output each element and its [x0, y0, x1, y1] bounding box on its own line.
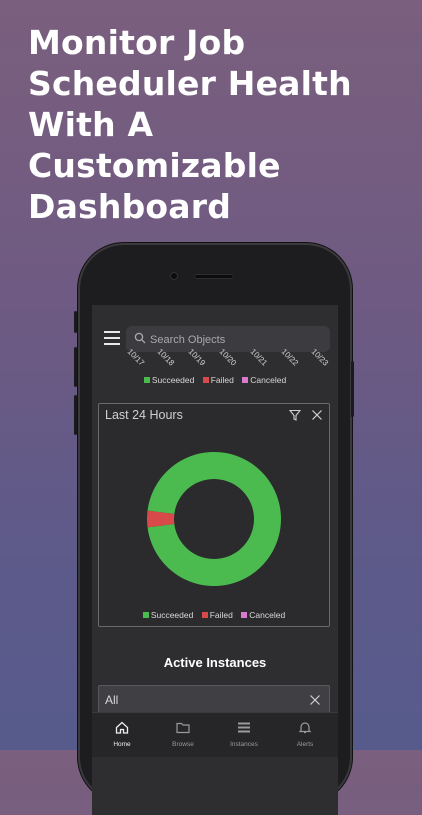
- headline-line: Scheduler Health: [28, 64, 352, 103]
- speaker: [194, 274, 234, 279]
- legend-item-failed: Failed: [202, 375, 234, 385]
- tab-instances[interactable]: Instances: [214, 719, 274, 748]
- search-bar[interactable]: [126, 326, 330, 354]
- legend-label: Failed: [209, 610, 233, 620]
- donut-chart: [147, 452, 281, 586]
- headline-line: With A Customizable: [28, 105, 281, 185]
- legend-label: Succeeded: [150, 610, 194, 620]
- tab-label: Home: [113, 741, 131, 748]
- filter-icon[interactable]: [289, 409, 301, 421]
- legend-label: Canceled: [250, 375, 287, 385]
- legend-swatch: [142, 612, 149, 618]
- volume-down-button: [74, 395, 77, 435]
- card-title: Last 24 Hours: [105, 408, 183, 422]
- search-icon: [134, 332, 146, 344]
- bell-icon: [298, 722, 312, 734]
- legend-item-canceled: Canceled: [241, 610, 285, 620]
- legend-item-canceled: Canceled: [242, 375, 286, 385]
- folder-icon: [176, 722, 190, 734]
- close-icon[interactable]: [311, 409, 323, 421]
- tab-bar: Home Browse Instances Alerts: [92, 712, 338, 757]
- legend-item-failed: Failed: [201, 610, 233, 620]
- legend-swatch: [242, 377, 249, 383]
- filter-value: All: [105, 693, 119, 707]
- legend-label: Canceled: [249, 610, 286, 620]
- tab-alerts[interactable]: Alerts: [275, 719, 335, 748]
- power-button: [351, 361, 354, 417]
- tab-browse[interactable]: Browse: [153, 719, 213, 748]
- app-screen: 10/17 10/18 10/19 10/20 10/21 10/22 10/2…: [92, 305, 338, 815]
- tab-label: Browse: [172, 741, 194, 748]
- phone-frame: 10/17 10/18 10/19 10/20 10/21 10/22 10/2…: [74, 243, 354, 815]
- date-axis: 10/17 10/18 10/19 10/20 10/21 10/22 10/2…: [92, 347, 338, 373]
- clear-icon[interactable]: [309, 694, 321, 706]
- headline-line: Monitor Job: [28, 23, 246, 62]
- volume-up-button: [74, 347, 77, 387]
- legend-label: Succeeded: [151, 375, 195, 385]
- legend-swatch: [201, 612, 208, 618]
- legend-label: Failed: [210, 375, 234, 385]
- legend-swatch: [202, 377, 209, 383]
- active-instances-title: Active Instances: [163, 655, 267, 670]
- silent-switch: [74, 311, 77, 333]
- legend-item-succeeded: Succeeded: [142, 610, 194, 620]
- legend-swatch: [241, 612, 248, 618]
- tab-home[interactable]: Home: [92, 719, 152, 748]
- list-icon: [238, 722, 250, 733]
- headline-line: Dashboard: [28, 187, 232, 226]
- hamburger-menu-icon[interactable]: [104, 331, 120, 347]
- tab-label: Alerts: [296, 741, 314, 748]
- chart-legend-top: Succeeded Failed Canceled: [92, 375, 338, 385]
- legend-swatch: [143, 377, 150, 383]
- camera: [170, 272, 178, 280]
- tab-label: Instances: [230, 741, 258, 748]
- legend-item-succeeded: Succeeded: [143, 375, 195, 385]
- home-icon: [115, 721, 129, 734]
- headline: Monitor Job Scheduler Health With A Cust…: [28, 22, 408, 227]
- chart-legend: Succeeded Failed Canceled: [99, 610, 329, 620]
- search-input[interactable]: [148, 326, 330, 354]
- last-24-hours-card: Last 24 Hours Succeeded Failed Canceled: [98, 403, 330, 627]
